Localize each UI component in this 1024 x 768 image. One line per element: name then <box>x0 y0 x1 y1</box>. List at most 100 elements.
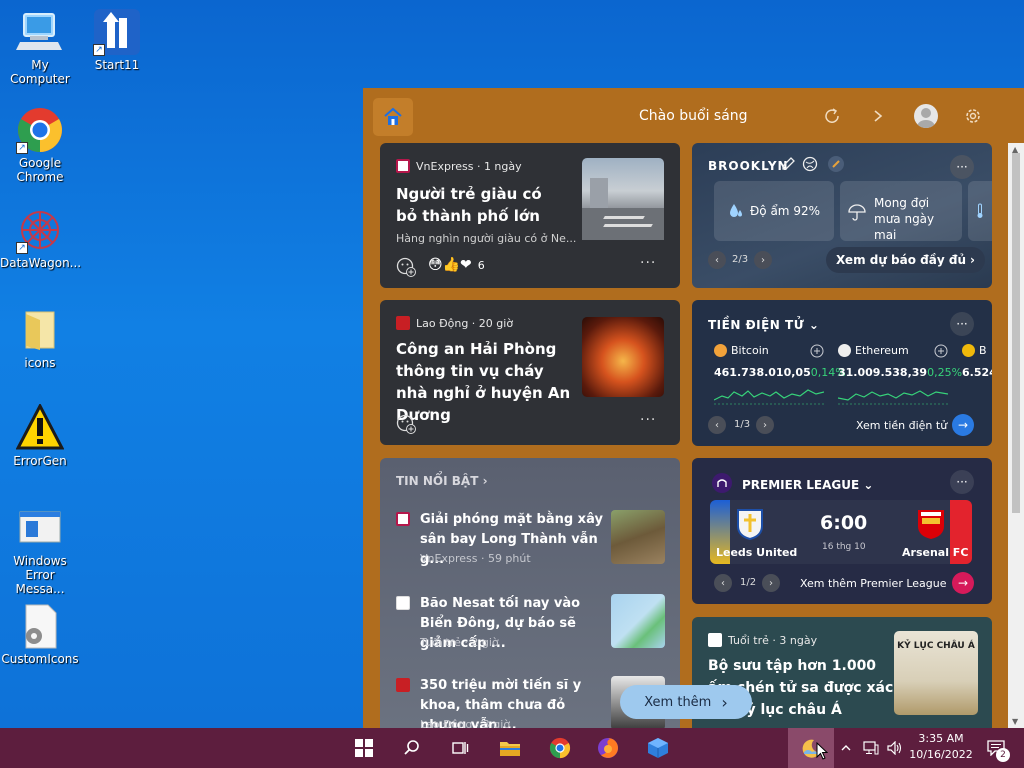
start-button[interactable] <box>344 728 384 768</box>
thermometer-icon <box>977 203 983 218</box>
highlights-header[interactable]: TIN NỔI BẬT › <box>396 474 488 488</box>
previous-button[interactable]: ‹ <box>714 574 732 592</box>
laodong-logo-icon <box>396 678 410 692</box>
crypto-title[interactable]: TIỀN ĐIỆN TỬ ⌄ <box>708 318 819 332</box>
rain-forecast-tile[interactable]: Mong đợi mưa ngày mai <box>840 181 962 242</box>
pencil-icon <box>782 157 795 170</box>
previous-button[interactable]: ‹ <box>708 416 726 434</box>
desktop-icon-label: Start11 <box>94 58 140 72</box>
league-link[interactable]: Xem thêm Premier League <box>800 577 947 590</box>
refresh-button[interactable] <box>822 106 842 126</box>
desktop-icon-datawagon[interactable]: ↗ DataWagon... <box>0 206 82 270</box>
scroll-down-icon[interactable]: ▼ <box>1012 717 1018 726</box>
add-bitcoin-button[interactable] <box>810 343 824 362</box>
volume-button[interactable] <box>884 728 906 768</box>
full-forecast-link[interactable]: Xem dự báo đầy đủ › <box>826 247 985 273</box>
next-button[interactable]: › <box>754 251 772 269</box>
news-source: VnExpress · 1 ngày <box>416 159 522 173</box>
desktop-icon-label: My Computer <box>10 58 70 86</box>
desktop-icon-windows-error-message[interactable]: Windows Error Messa... <box>0 504 80 596</box>
more-options-button[interactable]: ··· <box>950 312 974 336</box>
sparkline <box>838 390 948 405</box>
scrollbar-thumb[interactable] <box>1012 153 1020 513</box>
mouse-cursor-icon <box>816 742 828 760</box>
widgets-taskbar-button[interactable] <box>788 728 834 768</box>
more-options-button[interactable]: ··· <box>640 412 656 428</box>
settings-button[interactable] <box>963 106 983 126</box>
see-more-button[interactable]: Xem thêm › <box>620 685 752 719</box>
desktop-icon-my-computer[interactable]: My Computer <box>0 8 80 86</box>
chevron-right-icon <box>874 110 883 122</box>
vnexpress-logo-icon <box>396 512 410 526</box>
edit-location-button[interactable] <box>780 156 796 176</box>
highlight-item[interactable]: Bão Nesat tối nay vào Biển Đông, dự báo … <box>396 594 666 656</box>
more-options-button[interactable]: ··· <box>950 155 974 179</box>
search-button[interactable] <box>392 728 432 768</box>
news-card-vnexpress[interactable]: VnExpress · 1 ngày Người trẻ giàu có bỏ … <box>380 143 680 288</box>
chevron-right-icon: › <box>721 692 728 712</box>
widgets-panel: Chào buổi sáng VnExpress · 1 ngày Người … <box>363 88 1024 728</box>
firefox-taskbar-button[interactable] <box>588 728 628 768</box>
task-view-button[interactable] <box>440 728 480 768</box>
speaker-icon <box>887 741 902 755</box>
next-button[interactable]: › <box>762 574 780 592</box>
weather-map-button[interactable] <box>802 156 818 176</box>
avatar[interactable] <box>914 104 938 128</box>
more-options-button[interactable]: ··· <box>640 255 656 271</box>
search-icon <box>404 740 419 755</box>
weather-tile-partial[interactable] <box>968 181 992 241</box>
news-source: Tuổi trẻ · 3 ngày <box>728 633 818 647</box>
ethereum-icon <box>838 344 851 357</box>
forward-button[interactable] <box>868 106 888 126</box>
arsenal-crest-icon <box>918 510 944 539</box>
desktop-icon-icons-folder[interactable]: icons <box>0 306 80 370</box>
crypto-link[interactable]: Xem tiền điện tử <box>856 419 947 432</box>
news-source: Lao Động · 20 giờ <box>416 316 514 330</box>
desktop-icon-start11[interactable]: ↗ Start11 <box>77 8 157 72</box>
crypto-coin-partial[interactable]: B 6.524 <box>962 344 992 408</box>
more-options-button[interactable]: ··· <box>950 470 974 494</box>
arrow-right-icon[interactable]: → <box>952 414 974 436</box>
weather-card[interactable]: BROOKLYN ··· Độ ẩm 92% Mong đợi mưa ngày… <box>692 143 992 288</box>
clock[interactable]: 3:35 AM 10/16/2022 <box>908 731 974 765</box>
humidity-tile[interactable]: Độ ẩm 92% <box>714 181 834 241</box>
home-icon <box>384 107 402 125</box>
news-card-laodong[interactable]: Lao Động · 20 giờ Công an Hải Phòng thôn… <box>380 300 680 445</box>
coin-price: 461.738.010,05 <box>714 366 811 379</box>
add-reaction-button[interactable] <box>396 414 416 438</box>
desktop-icon-google-chrome[interactable]: ↗ Google Chrome <box>0 106 80 184</box>
desktop-icon-label: ErrorGen <box>13 454 67 468</box>
highlight-thumbnail <box>611 594 665 648</box>
next-button[interactable]: › <box>756 416 774 434</box>
datawagon-taskbar-button[interactable] <box>638 728 678 768</box>
window-app-icon <box>16 504 64 552</box>
sparkline <box>714 389 824 405</box>
show-hidden-icons-button[interactable] <box>836 728 856 768</box>
settings-file-icon <box>16 602 64 650</box>
desktop-icon-customicons[interactable]: CustomIcons <box>0 602 80 666</box>
refresh-icon <box>825 108 839 123</box>
match-row[interactable]: Leeds United 6:00 16 thg 10 Arsenal FC <box>710 500 972 564</box>
weather-location[interactable]: BROOKLYN <box>708 159 789 173</box>
scrollbar[interactable]: ▲ ▼ <box>1008 143 1024 728</box>
desktop-icon-label: icons <box>24 356 56 370</box>
coin-price: 6.524 <box>962 366 992 379</box>
home-button[interactable] <box>373 98 413 136</box>
desktop-icon-label: DataWagon... <box>0 256 82 270</box>
file-explorer-button[interactable] <box>490 728 530 768</box>
reactions[interactable]: 😳👍❤ 6 <box>428 257 485 273</box>
add-ethereum-button[interactable] <box>934 343 948 362</box>
news-title[interactable]: Công an Hải Phòng thông tin vụ cháy nhà … <box>396 338 576 426</box>
highlight-item[interactable]: Giải phóng mặt bằng xây sân bay Long Thà… <box>396 510 666 572</box>
action-center-button[interactable]: 2 <box>978 728 1014 768</box>
network-button[interactable] <box>860 728 882 768</box>
previous-button[interactable]: ‹ <box>708 251 726 269</box>
news-title[interactable]: Người trẻ giàu có bỏ thành phố lớn <box>396 183 566 227</box>
desktop-icon-label: Windows Error Messa... <box>13 554 67 596</box>
chrome-taskbar-button[interactable] <box>540 728 580 768</box>
arrow-right-icon[interactable]: → <box>952 572 974 594</box>
league-title[interactable]: PREMIER LEAGUE ⌄ <box>742 478 873 492</box>
add-reaction-button[interactable] <box>396 257 416 281</box>
desktop-icon-errorgen[interactable]: ErrorGen <box>0 402 80 468</box>
notification-badge: 2 <box>996 748 1010 762</box>
